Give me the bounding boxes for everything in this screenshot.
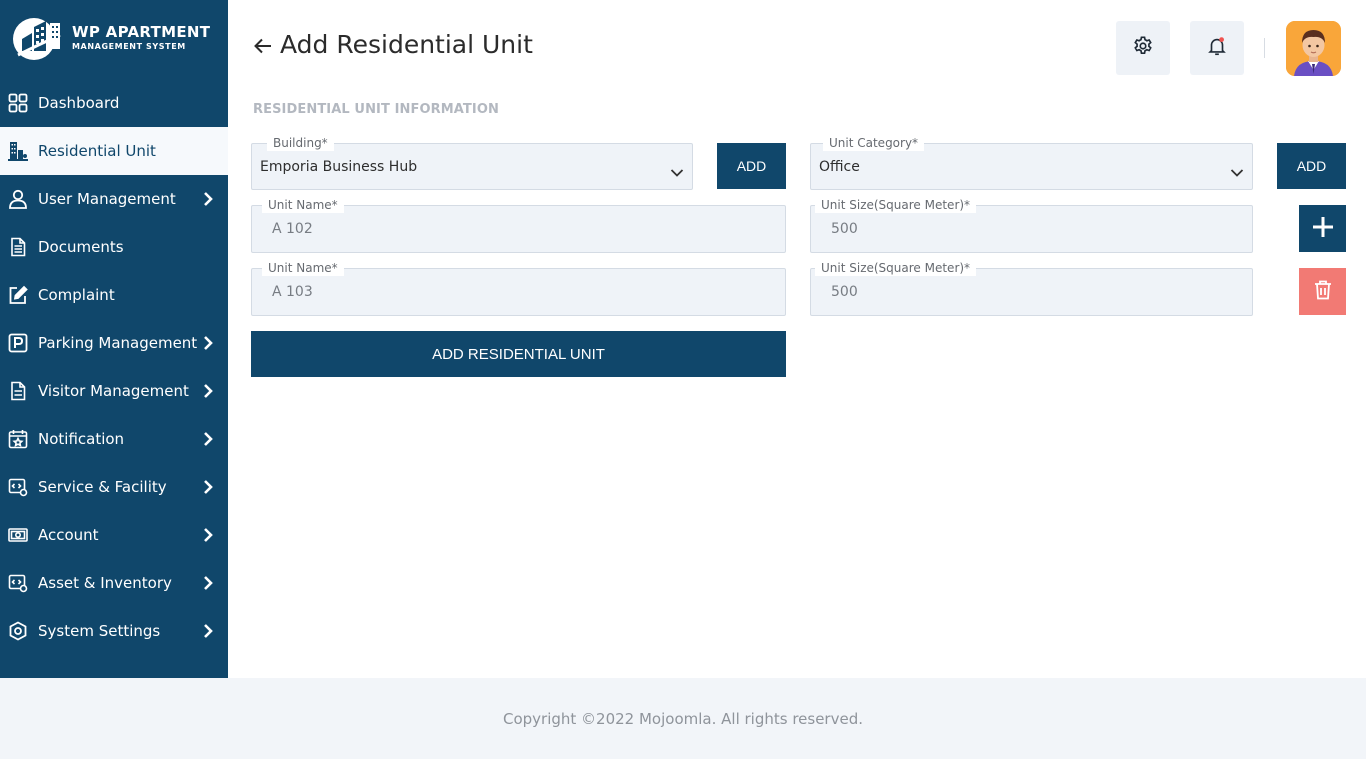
chevron-right-icon	[202, 190, 214, 208]
unit-name-label: Unit Name*	[262, 260, 344, 276]
page-title: Add Residential Unit	[280, 30, 533, 59]
settings-button[interactable]	[1116, 21, 1170, 75]
delete-row-button[interactable]	[1299, 268, 1346, 315]
unit-category-label: Unit Category*	[823, 135, 925, 151]
unit-name-value: A 102	[272, 221, 313, 237]
unit-name-field[interactable]: Unit Name* A 103	[251, 260, 786, 316]
parking-icon	[8, 333, 28, 353]
unit-category-value: Office	[819, 159, 860, 175]
edit-icon	[8, 285, 28, 305]
chevron-right-icon	[202, 334, 214, 352]
chevron-right-icon	[202, 478, 214, 496]
plus-icon	[1311, 215, 1335, 242]
gear-icon	[1132, 35, 1154, 61]
sidebar-item-system-settings[interactable]: System Settings	[0, 607, 228, 655]
unit-name-label: Unit Name*	[262, 197, 344, 213]
sidebar-item-service-facility[interactable]: Service & Facility	[0, 463, 228, 511]
sidebar-item-label: Asset & Inventory	[38, 574, 172, 592]
unit-size-field[interactable]: Unit Size(Square Meter)* 500	[810, 260, 1253, 316]
building-icon	[8, 141, 28, 161]
sidebar-item-label: Dashboard	[38, 94, 120, 112]
unit-name-field[interactable]: Unit Name* A 102	[251, 197, 786, 253]
trash-icon	[1314, 280, 1332, 303]
chevron-right-icon	[202, 430, 214, 448]
document-icon	[8, 237, 28, 257]
sidebar-item-label: User Management	[38, 190, 176, 208]
chevron-right-icon	[202, 622, 214, 640]
sidebar-item-label: Notification	[38, 430, 125, 448]
notifications-button[interactable]	[1190, 21, 1244, 75]
dashboard-grid-icon	[8, 93, 28, 113]
building-select[interactable]: Building* Emporia Business Hub	[251, 135, 693, 190]
add-building-button[interactable]: ADD	[717, 143, 786, 189]
sidebar-item-documents[interactable]: Documents	[0, 223, 228, 271]
building-value: Emporia Business Hub	[260, 159, 418, 175]
chevron-right-icon	[202, 574, 214, 592]
footer: Copyright ©2022 Mojoomla. All rights res…	[0, 678, 1366, 759]
sidebar-item-account[interactable]: Account	[0, 511, 228, 559]
service-icon	[8, 477, 28, 497]
asset-icon	[8, 573, 28, 593]
sidebar-item-label: Service & Facility	[38, 478, 167, 496]
unit-size-value: 500	[831, 221, 858, 237]
money-icon	[8, 525, 28, 545]
user-avatar[interactable]	[1286, 21, 1341, 76]
header-divider	[1264, 38, 1265, 58]
unit-size-field[interactable]: Unit Size(Square Meter)* 500	[810, 197, 1253, 253]
sidebar-nav: Dashboard Residential Unit User Manageme…	[0, 79, 228, 655]
unit-category-select[interactable]: Unit Category* Office	[810, 135, 1253, 190]
add-category-button[interactable]: ADD	[1277, 143, 1346, 189]
logo-subtitle: MANAGEMENT SYSTEM	[72, 42, 186, 51]
settings-icon	[8, 621, 28, 641]
section-heading: RESIDENTIAL UNIT INFORMATION	[253, 102, 499, 117]
sidebar-item-label: Documents	[38, 238, 124, 256]
sidebar-item-label: Complaint	[38, 286, 115, 304]
sidebar-item-label: Residential Unit	[38, 142, 156, 160]
sidebar-item-label: Parking Management	[38, 334, 198, 352]
sidebar-item-dashboard[interactable]: Dashboard	[0, 79, 228, 127]
back-arrow-icon[interactable]	[252, 34, 274, 56]
sidebar-item-complaint[interactable]: Complaint	[0, 271, 228, 319]
unit-size-label: Unit Size(Square Meter)*	[815, 260, 977, 276]
copyright-text: Copyright ©2022 Mojoomla. All rights res…	[502, 709, 863, 728]
sidebar-item-label: Visitor Management	[38, 382, 189, 400]
app-logo[interactable]: WP APARTMENT MANAGEMENT SYSTEM	[12, 14, 222, 62]
page-header: Add Residential Unit	[252, 30, 533, 59]
unit-name-value: A 103	[272, 284, 313, 300]
sidebar-item-parking-management[interactable]: Parking Management	[0, 319, 228, 367]
calendar-star-icon	[8, 429, 28, 449]
unit-size-label: Unit Size(Square Meter)*	[815, 197, 977, 213]
add-row-button[interactable]	[1299, 205, 1346, 252]
chevron-down-icon	[1230, 163, 1244, 177]
sidebar-item-asset-inventory[interactable]: Asset & Inventory	[0, 559, 228, 607]
chevron-right-icon	[202, 382, 214, 400]
sidebar-item-user-management[interactable]: User Management	[0, 175, 228, 223]
bell-icon	[1206, 35, 1228, 61]
chevron-down-icon	[670, 163, 684, 177]
user-icon	[8, 189, 28, 209]
clipboard-icon	[8, 381, 28, 401]
sidebar-item-label: System Settings	[38, 622, 161, 640]
chevron-right-icon	[202, 526, 214, 544]
sidebar-item-visitor-management[interactable]: Visitor Management	[0, 367, 228, 415]
sidebar-item-notification[interactable]: Notification	[0, 415, 228, 463]
sidebar-item-label: Account	[38, 526, 99, 544]
sidebar: WP APARTMENT MANAGEMENT SYSTEM Dashboard	[0, 0, 228, 678]
sidebar-item-residential-unit[interactable]: Residential Unit	[0, 127, 228, 175]
add-residential-unit-button[interactable]: ADD RESIDENTIAL UNIT	[251, 331, 786, 377]
unit-size-value: 500	[831, 284, 858, 300]
building-label: Building*	[267, 135, 334, 151]
logo-building-icon	[12, 15, 64, 61]
logo-title: WP APARTMENT	[72, 23, 211, 41]
